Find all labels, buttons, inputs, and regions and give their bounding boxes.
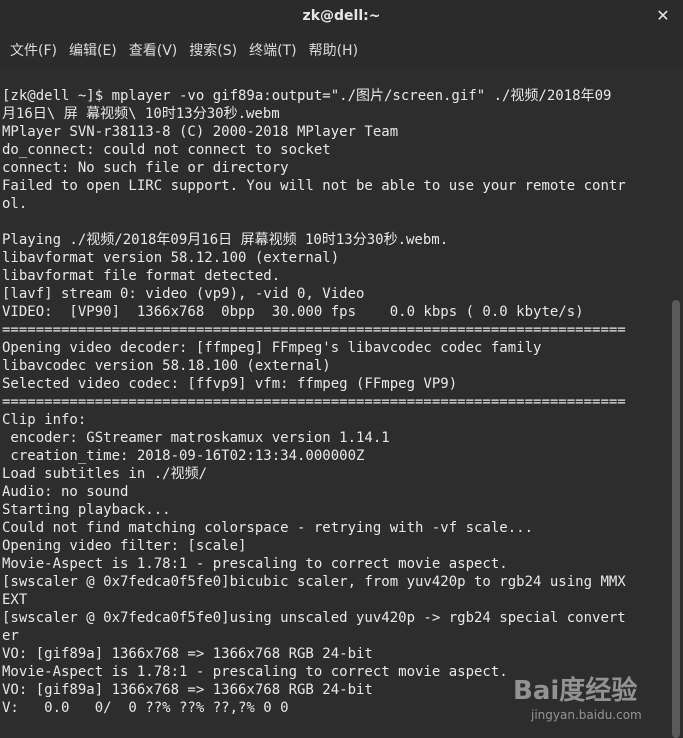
terminal-line: Failed to open LIRC support. You will no… [2,178,626,194]
terminal-lines: [zk@dell ~]$ mplayer -vo gif89a:output="… [2,87,626,717]
terminal-line: 月16日\ 屏 幕视频\ 10时13分30秒.webm [2,106,280,122]
terminal-line: Opening video filter: [scale] [2,538,247,554]
terminal-line: Opening video decoder: [ffmpeg] FFmpeg's… [2,340,542,356]
menu-view[interactable]: 查看(V) [123,34,184,68]
terminal-line: VO: [gif89a] 1366x768 => 1366x768 RGB 24… [2,646,373,662]
close-icon[interactable]: ✕ [653,6,673,26]
scrollbar[interactable] [669,68,683,738]
window-title: zk@dell:~ [302,8,381,24]
terminal-line: [lavf] stream 0: video (vp9), -vid 0, Vi… [2,286,365,302]
terminal-line: Load subtitles in ./视频/ [2,466,208,482]
terminal-line: connect: No such file or directory [2,160,289,176]
title-bar: zk@dell:~ ✕ [0,0,683,34]
terminal-line: Audio: no sound [2,484,129,500]
terminal-line: Selected video codec: [ffvp9] vfm: ffmpe… [2,376,458,392]
terminal-output[interactable]: [zk@dell ~]$ mplayer -vo gif89a:output="… [0,68,669,738]
menu-help[interactable]: 帮助(H) [303,34,364,68]
terminal-line: libavformat version 58.12.100 (external) [2,250,340,266]
watermark-url: jingyan.baidu.com [531,708,642,722]
terminal-line: [swscaler @ 0x7fedca0f5fe0]using unscale… [2,610,626,626]
watermark: Bai度经验 jingyan.baidu.com [513,670,673,730]
scrollbar-thumb[interactable] [672,300,680,738]
terminal-line: do_connect: could not connect to socket [2,142,331,158]
menu-file[interactable]: 文件(F) [4,34,63,68]
terminal-line: Clip info: [2,412,87,428]
menu-terminal[interactable]: 终端(T) [243,34,302,68]
terminal-line: creation_time: 2018-09-16T02:13:34.00000… [2,448,365,464]
terminal-line: ========================================… [2,394,626,410]
terminal-line: Starting playback... [2,502,171,518]
terminal-line: Could not find matching colorspace - ret… [2,520,534,536]
menu-search[interactable]: 搜索(S) [183,34,243,68]
terminal-line: ol. [2,196,28,212]
terminal-line: Movie-Aspect is 1.78:1 - prescaling to c… [2,556,508,572]
terminal-line: er [2,628,19,644]
terminal-line: VIDEO: [VP90] 1366x768 0bpp 30.000 fps 0… [2,304,584,320]
terminal-line: libavcodec version 58.18.100 (external) [2,358,331,374]
terminal-line: [zk@dell ~]$ mplayer -vo gif89a:output="… [2,88,612,104]
watermark-logo: Bai度经验 [513,676,638,706]
terminal-line: encoder: GStreamer matroskamux version 1… [2,430,390,446]
terminal-line: ========================================… [2,322,626,338]
menu-bar: 文件(F) 编辑(E) 查看(V) 搜索(S) 终端(T) 帮助(H) [0,34,683,68]
terminal-line: [swscaler @ 0x7fedca0f5fe0]bicubic scale… [2,574,626,590]
terminal-line: libavformat file format detected. [2,268,281,284]
menu-edit[interactable]: 编辑(E) [63,34,123,68]
terminal-line: MPlayer SVN-r38113-8 (C) 2000-2018 MPlay… [2,124,399,140]
terminal-line: EXT [2,592,28,608]
terminal-line: Playing ./视频/2018年09月16日 屏幕视频 10时13分30秒.… [2,232,449,248]
